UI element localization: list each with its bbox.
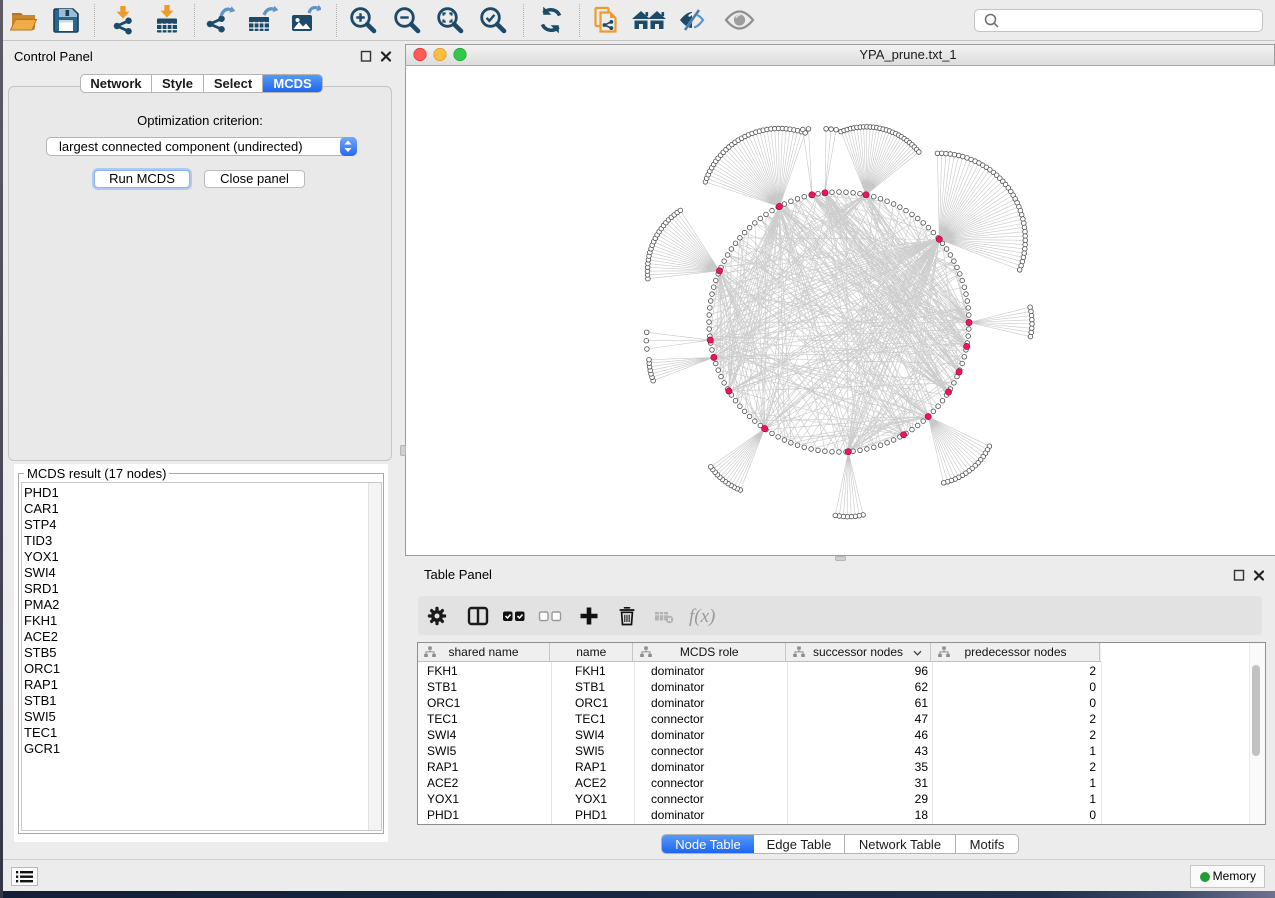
svg-text:f(x): f(x) [689,606,715,627]
